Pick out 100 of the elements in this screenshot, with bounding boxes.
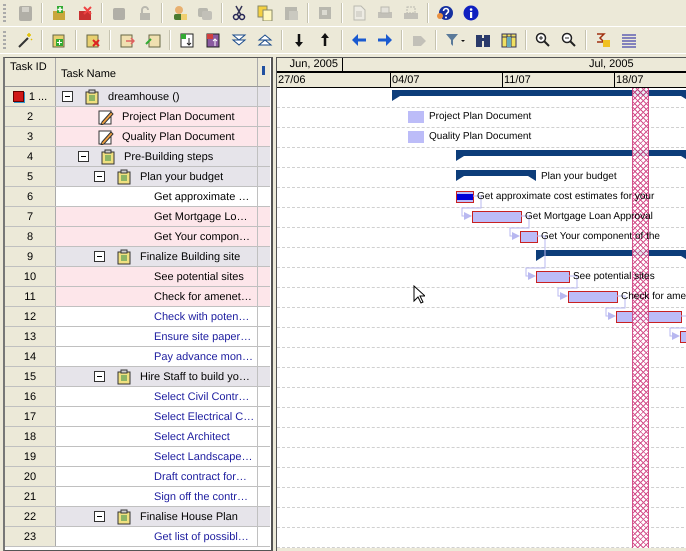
dependency-arrow: [669, 315, 686, 341]
task-id: 15: [24, 370, 36, 382]
lines-icon: [621, 32, 637, 48]
task-name: Select Landscape…: [154, 450, 252, 462]
indent-icon: [179, 32, 195, 48]
folder-add-icon: [51, 5, 67, 21]
outdent-icon: [205, 32, 221, 48]
task-name: Get Your compon…: [154, 230, 250, 242]
task-name: dreamhouse (): [108, 90, 180, 102]
task-id: 11: [24, 290, 36, 302]
task-bar: [472, 211, 522, 223]
task-delete-icon: [85, 32, 101, 48]
week-label: 11/07: [502, 73, 614, 87]
expand-icon: [257, 32, 273, 48]
task-id: 23: [24, 530, 36, 542]
indicator-icon: [12, 91, 24, 102]
task-name: Sign off the contr…: [154, 490, 248, 502]
bar-label: Project Plan Document: [429, 111, 532, 122]
task-id: 4: [26, 150, 34, 162]
sigma-icon: [595, 32, 611, 48]
task-link-icon: [145, 32, 161, 48]
task-id: 22: [24, 510, 36, 522]
mouse-cursor-icon: [413, 285, 425, 304]
collapse-toggle[interactable]: [94, 171, 105, 182]
magic-wand-icon: [17, 32, 33, 48]
task-id: 21: [24, 490, 36, 502]
task-bar: [536, 271, 570, 283]
task-id: 12: [24, 310, 36, 322]
columns-icon: [501, 32, 517, 48]
note-pencil-icon: [98, 108, 114, 124]
task-name: Get list of possibl…: [154, 530, 249, 542]
task-id: 8: [26, 230, 34, 242]
task-id: 7: [26, 210, 34, 222]
bar-label: Plan your budget: [541, 171, 617, 182]
task-name: Check with poten…: [154, 310, 250, 322]
column-header-icon: [262, 66, 265, 75]
zoom-in-icon: [535, 32, 551, 48]
collapse-toggle[interactable]: [62, 91, 73, 102]
column-header[interactable]: Task ID: [5, 58, 56, 86]
window-icon: [317, 5, 333, 21]
task-name: Draft contract for…: [154, 470, 247, 482]
printer-icon: [377, 5, 393, 21]
week-label: 18/07: [614, 73, 686, 87]
task-id: 3: [26, 130, 34, 142]
help-icon: [437, 5, 453, 21]
left-arrow-icon: [351, 32, 367, 48]
task-name: Finalise House Plan: [140, 510, 238, 522]
print-preview-icon: [403, 5, 419, 21]
task-move-icon: [119, 32, 135, 48]
task-bar: [408, 111, 424, 123]
task-name: Get Mortgage Lo…: [154, 210, 248, 222]
info-icon: [463, 5, 479, 21]
note-pencil-icon: [98, 128, 114, 144]
right-arrow-icon: [377, 32, 393, 48]
month-label: Jul, 2005: [589, 58, 634, 70]
scissors-icon: [231, 5, 247, 21]
month-label: Jun, 2005: [277, 58, 343, 71]
document-icon: [351, 5, 367, 21]
task-id: 14: [24, 350, 36, 362]
task-name: Quality Plan Document: [122, 130, 234, 142]
column-header[interactable]: Task Name: [56, 58, 258, 86]
collapse-toggle[interactable]: [94, 251, 105, 262]
task-id: 5: [26, 170, 34, 182]
collapse-icon: [231, 32, 247, 48]
task-id: 19: [24, 450, 36, 462]
task-id: 6: [26, 190, 34, 202]
collapse-toggle[interactable]: [78, 151, 89, 162]
task-name: Pay advance mon…: [154, 350, 254, 362]
folder-delete-icon: [77, 5, 93, 21]
copy-icon: [257, 5, 273, 21]
task-name: Select Architect: [154, 430, 230, 442]
task-name: Get approximate …: [154, 190, 250, 202]
task-id: 18: [24, 430, 36, 442]
task-name: See potential sites: [154, 270, 244, 282]
task-name: Select Electrical C…: [154, 410, 254, 422]
filter-icon: [445, 32, 465, 48]
lock-icon: [137, 5, 153, 21]
collapse-toggle[interactable]: [94, 511, 105, 522]
task-name: Project Plan Document: [122, 110, 234, 122]
task-name: Hire Staff to build yo…: [140, 370, 250, 382]
task-id: 9: [26, 250, 34, 262]
task-bar: [616, 311, 682, 323]
task-id: 13: [24, 330, 36, 342]
task-bar: [568, 291, 618, 303]
task-bar: [520, 231, 538, 243]
bar-label: Quality Plan Document: [429, 131, 532, 142]
task-add-icon: [51, 32, 67, 48]
person-icon: [171, 5, 187, 21]
week-label: 04/07: [390, 73, 502, 87]
task-id: 2: [26, 110, 34, 122]
task-name: Select Civil Contr…: [154, 390, 250, 402]
task-name: Ensure site paper…: [154, 330, 252, 342]
collapse-toggle[interactable]: [94, 371, 105, 382]
task-id: 1 ...: [28, 90, 48, 102]
task-id: 10: [24, 270, 36, 282]
task-name: Plan your budget: [140, 170, 224, 182]
stack-icon: [197, 5, 213, 21]
week-label: 27/06: [277, 73, 390, 87]
task-name: Check for amenet…: [154, 290, 252, 302]
task-name: Pre-Building steps: [124, 150, 214, 162]
